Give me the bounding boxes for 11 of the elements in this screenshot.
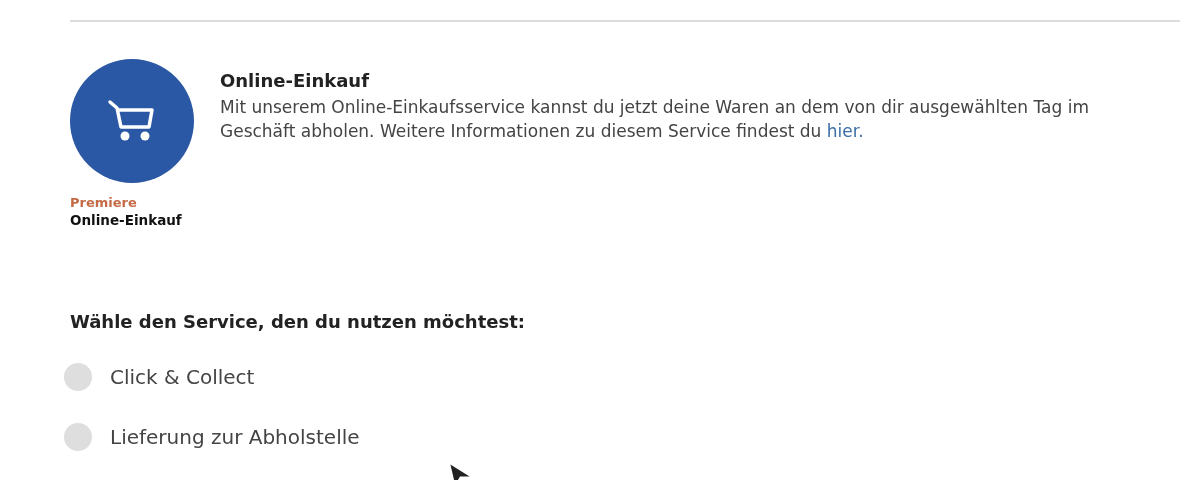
service-description: Mit unserem Online-Einkaufsservice kannst du jetzt deine Waren an dem von dir ausgewählten Tag im Geschäft abholen. Weitere Informationen zu diesem Service findest du hier. [220,96,1090,143]
radio-button[interactable] [64,423,92,451]
badge-title: Online-Einkauf [70,211,183,229]
section-heading: Wähle den Service, den du nutzen möchtest: [70,311,526,332]
option-label[interactable]: Click & Collect [110,362,255,392]
radio-button[interactable] [64,363,92,391]
option-label[interactable]: Lieferung zur Abholstelle [110,422,360,452]
service-title: Online-Einkauf [220,69,371,93]
badge-kicker: Premiere [70,195,138,211]
info-link[interactable]: hier. [826,121,864,141]
cart-icon [107,99,157,143]
